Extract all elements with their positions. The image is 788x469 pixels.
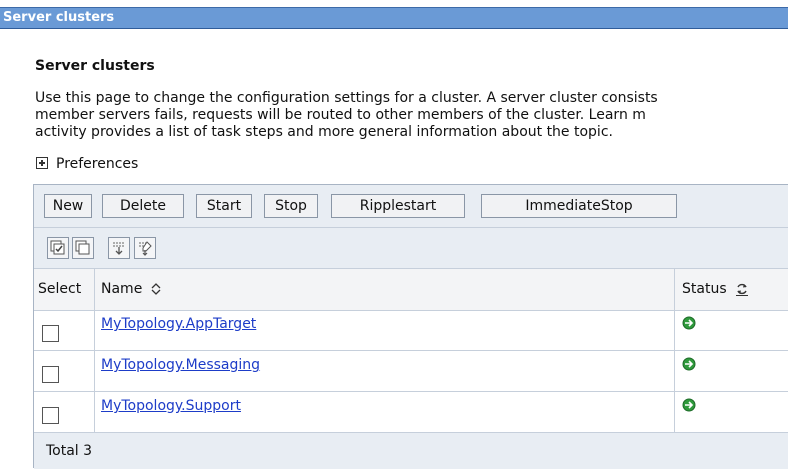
row-select-checkbox[interactable] (42, 366, 59, 383)
started-arrow-icon (682, 398, 696, 412)
select-all-icon[interactable] (47, 237, 69, 259)
started-arrow-icon (682, 357, 696, 371)
icon-toolbar (34, 228, 788, 269)
cluster-link[interactable]: MyTopology.Messaging (101, 357, 260, 373)
table-footer: Total 3 (34, 433, 788, 469)
collection-table-panel: New Delete Start Stop Ripplestart Immedi… (33, 184, 788, 469)
ripplestart-button[interactable]: Ripplestart (331, 194, 465, 218)
deselect-all-icon[interactable] (72, 237, 94, 259)
title-bar-label: Server clusters (3, 10, 115, 25)
description-line: member servers fails, requests will be r… (35, 107, 646, 123)
clear-filter-icon[interactable] (134, 237, 156, 259)
started-arrow-icon (682, 316, 696, 330)
expand-plus-icon[interactable] (36, 157, 48, 169)
name-column-header[interactable]: Name (101, 281, 161, 297)
immediatestop-button[interactable]: ImmediateStop (481, 194, 677, 218)
table-row: MyTopology.Support (34, 392, 788, 433)
page-title: Server clusters (35, 58, 155, 74)
cluster-link[interactable]: MyTopology.AppTarget (101, 316, 256, 332)
new-button[interactable]: New (44, 194, 92, 218)
page-description: Use this page to change the configuratio… (35, 90, 788, 141)
stop-button[interactable]: Stop (264, 194, 318, 218)
select-column-header: Select (38, 281, 82, 297)
status-column-header[interactable]: Status (682, 281, 749, 297)
row-select-checkbox[interactable] (42, 325, 59, 342)
sort-icon[interactable] (151, 283, 161, 295)
row-select-checkbox[interactable] (42, 407, 59, 424)
cluster-link[interactable]: MyTopology.Support (101, 398, 241, 414)
preferences-label: Preferences (56, 156, 139, 172)
button-toolbar: New Delete Start Stop Ripplestart Immedi… (34, 185, 788, 228)
name-column-label: Name (101, 281, 143, 297)
preferences-toggle[interactable]: Preferences (36, 156, 138, 172)
title-bar: Server clusters (0, 7, 788, 29)
description-line: activity provides a list of task steps a… (35, 124, 613, 140)
show-filter-icon[interactable] (108, 237, 130, 259)
delete-button[interactable]: Delete (102, 194, 184, 218)
status-column-label: Status (682, 281, 727, 297)
total-count: Total 3 (46, 443, 93, 459)
description-line: Use this page to change the configuratio… (35, 90, 658, 106)
refresh-status-icon[interactable] (735, 282, 749, 296)
table-row: MyTopology.Messaging (34, 351, 788, 392)
table-row: MyTopology.AppTarget (34, 310, 788, 351)
start-button[interactable]: Start (196, 194, 252, 218)
